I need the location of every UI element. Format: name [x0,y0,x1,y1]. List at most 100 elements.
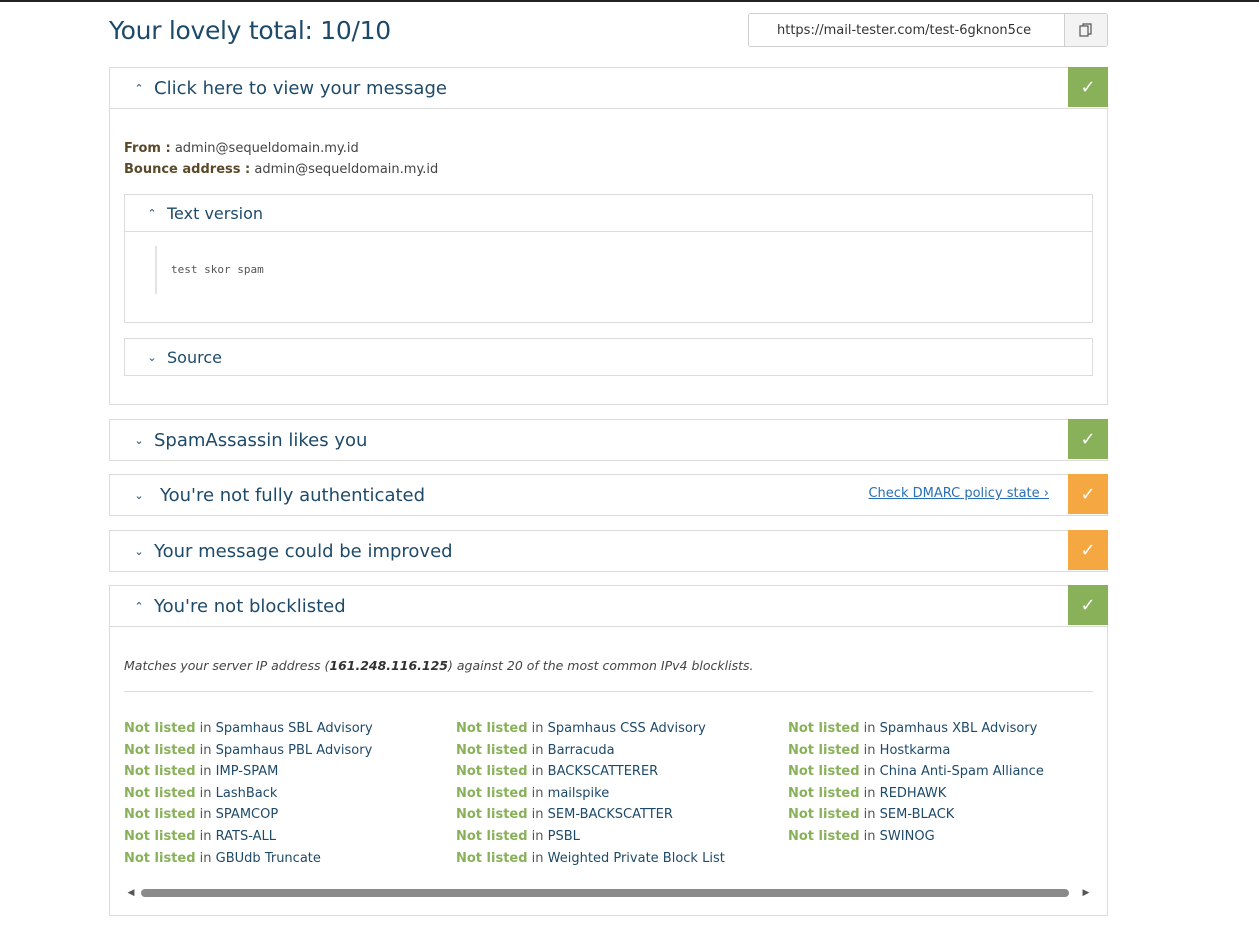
spamassassin-header[interactable]: ⌄ SpamAssassin likes you ✓ [110,419,1108,460]
check-icon: ✓ [1068,530,1108,570]
blocklist-name: SEM-BACKSCATTER [547,807,673,823]
spamassassin-panel: ⌄ SpamAssassin likes you ✓ [109,419,1108,461]
blocklist-name: Weighted Private Block List [547,850,725,866]
scroll-right-icon[interactable]: ▶ [1079,888,1093,898]
blocklist-item: Not listed in PSBL [456,828,580,844]
from-line: From : admin@sequeldomain.my.id [124,138,1093,159]
blocklist-name: Spamhaus SBL Advisory [215,721,373,736]
copy-url-button[interactable] [1064,14,1107,46]
blocklist-item: Not listed in SPAMCOP [124,807,279,823]
not-listed-label: Not listed [456,742,528,758]
authentication-panel: ⌄ You're not fully authenticated Check D… [109,474,1108,516]
not-listed-label: Not listed [788,785,860,801]
not-listed-label: Not listed [788,807,860,823]
blocklist-item: Not listed in SEM-BACKSCATTER [456,807,673,823]
blocklist-header[interactable]: ⌃ You're not blocklisted ✓ [110,585,1108,626]
check-icon: ✓ [1068,474,1108,514]
blocklist-name: IMP-SPAM [215,764,279,780]
blocklist-name: PSBL [547,828,580,844]
blocklist-panel: ⌃ You're not blocklisted ✓ Matches your … [109,585,1108,916]
blocklist-name: Barracuda [547,742,615,758]
authentication-header[interactable]: ⌄ You're not fully authenticated Check D… [110,474,1108,515]
not-listed-label: Not listed [456,828,528,844]
text-version-content: test skor spam [155,246,264,294]
blocklist-column: Not listed in Spamhaus SBL Advisory Not l… [124,721,373,872]
share-url-input[interactable] [749,14,1064,46]
divider [124,691,1093,692]
bounce-value: admin@sequeldomain.my.id [254,162,439,177]
not-listed-label: Not listed [456,785,528,801]
copy-icon [1079,23,1092,37]
chevron-up-icon: ⌃ [134,599,144,613]
blocklist-item: Not listed in Spamhaus XBL Advisory [788,721,1038,736]
message-panel: ⌃ Click here to view your message ✓ From… [109,67,1108,405]
source-panel: ⌄ Source [124,338,1093,376]
blocklist-item: Not listed in SWINOG [788,828,935,844]
text-version-panel: ⌃ Text version test skor spam [124,194,1093,323]
message-panel-header[interactable]: ⌃ Click here to view your message ✓ [110,67,1108,108]
share-url-group [748,13,1108,47]
blocklist-name: Spamhaus XBL Advisory [879,721,1038,736]
horizontal-scrollbar[interactable]: ◀ ▶ [124,886,1093,900]
blocklist-item: Not listed in mailspike [456,785,610,801]
chevron-down-icon: ⌄ [134,488,144,502]
improvement-panel: ⌄ Your message could be improved ✓ [109,530,1108,572]
not-listed-label: Not listed [124,742,196,758]
blocklist-name: LashBack [215,785,278,801]
not-listed-label: Not listed [456,850,528,866]
blocklist-name: RATS-ALL [215,828,277,844]
blocklist-item: Not listed in IMP-SPAM [124,764,279,780]
text-version-header[interactable]: ⌃ Text version [125,195,1092,231]
blocklist-item: Not listed in Spamhaus CSS Advisory [456,721,706,736]
blocklist-name: Spamhaus PBL Advisory [215,742,373,758]
not-listed-label: Not listed [456,764,528,780]
source-header[interactable]: ⌄ Source [125,339,1092,375]
not-listed-label: Not listed [788,721,860,736]
not-listed-label: Not listed [788,828,860,844]
check-icon: ✓ [1068,585,1108,625]
check-icon: ✓ [1068,419,1108,459]
spamassassin-title: SpamAssassin likes you [154,429,368,451]
message-panel-title: Click here to view your message [154,77,447,99]
blocklist-title: You're not blocklisted [154,595,346,617]
scroll-left-icon[interactable]: ◀ [124,888,138,898]
not-listed-label: Not listed [456,807,528,823]
blocklist-name: BACKSCATTERER [547,764,659,780]
from-value: admin@sequeldomain.my.id [174,141,359,156]
blocklist-item: Not listed in Spamhaus SBL Advisory [124,721,373,736]
blocklist-name: Spamhaus CSS Advisory [547,721,706,736]
not-listed-label: Not listed [124,721,196,736]
score-title: Your lovely total: 10/10 [109,16,391,45]
check-icon: ✓ [1068,67,1108,107]
bounce-line: Bounce address : admin@sequeldomain.my.i… [124,159,1093,180]
not-listed-label: Not listed [124,785,196,801]
text-version-title: Text version [167,203,264,223]
check-dmarc-link[interactable]: Check DMARC policy state › [868,486,1049,501]
not-listed-label: Not listed [124,828,196,844]
blocklist-item: Not listed in Barracuda [456,742,615,758]
chevron-down-icon: ⌄ [134,433,144,447]
blocklist-item: Not listed in GBUdb Truncate [124,850,321,866]
not-listed-label: Not listed [788,742,860,758]
blocklist-item: Not listed in SEM-BLACK [788,807,955,823]
blocklist-item: Not listed in RATS-ALL [124,828,277,844]
blocklist-item: Not listed in REDHAWK [788,785,947,801]
not-listed-label: Not listed [788,764,860,780]
blocklist-description: Matches your server IP address (161.248.… [124,658,754,673]
improvement-header[interactable]: ⌄ Your message could be improved ✓ [110,530,1108,571]
blocklist-name: SWINOG [879,828,935,844]
blocklist-column: Not listed in Spamhaus XBL Advisory Not l… [788,721,1044,851]
blocklist-item: Not listed in Spamhaus PBL Advisory [124,742,373,758]
blocklist-name: REDHAWK [879,785,947,801]
chevron-up-icon: ⌃ [147,206,157,220]
bounce-label: Bounce address : [124,162,251,177]
scroll-thumb[interactable] [141,889,1069,897]
blocklist-column: Not listed in Spamhaus CSS Advisory Not l… [456,721,725,872]
blocklist-name: GBUdb Truncate [215,850,321,866]
source-title: Source [167,347,222,367]
chevron-up-icon: ⌃ [134,81,144,95]
improvement-title: Your message could be improved [154,540,453,562]
blocklist-item: Not listed in China Anti-Spam Alliance [788,764,1044,780]
not-listed-label: Not listed [124,807,196,823]
not-listed-label: Not listed [124,764,196,780]
